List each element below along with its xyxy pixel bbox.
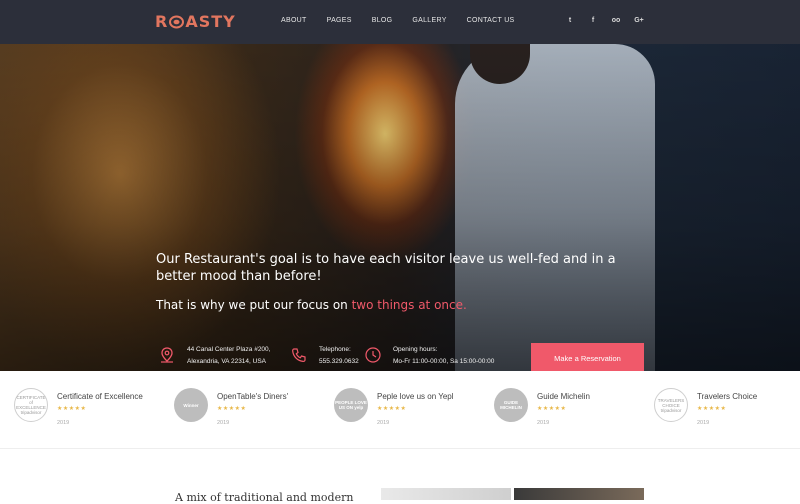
michelin-badge-icon: GUIDE MICHELIN (494, 388, 528, 422)
phone-info: Telephone: 555.329.0632 (290, 344, 359, 368)
hero-section: Our Restaurant's goal is to have each vi… (0, 44, 800, 371)
yelp-badge-icon: PEOPLE LOVE US ON yelp (334, 388, 368, 422)
roast-icon (169, 15, 185, 28)
opentable-badge-icon: Winner (174, 388, 208, 422)
location-pin-icon (161, 347, 173, 363)
phone-icon (292, 348, 306, 363)
hero-overlay (0, 44, 800, 371)
phone-label: Telephone: (319, 346, 351, 353)
award-year: 2019 (57, 420, 70, 426)
award-name: OpenTable's Diners' (217, 392, 289, 401)
award-year: 2019 (217, 420, 230, 426)
awards-strip: CERTIFICATE of EXCELLENCE tripadvisor Ce… (0, 371, 800, 449)
hero-subline-text: That is why we put our focus on (156, 298, 352, 312)
hero-subline: That is why we put our focus on two thin… (156, 298, 467, 312)
hours-label: Opening hours: (393, 346, 438, 353)
main-menu: ABOUT PAGES BLOG GALLERY CONTACT US (281, 17, 535, 24)
award-stars: ★★★★★ (537, 406, 567, 412)
logo[interactable]: R ASTY (155, 12, 236, 31)
menu-item-blog[interactable]: BLOG (372, 17, 393, 24)
award-item: TRAVELERS CHOICE tripadvisor Travelers C… (654, 388, 800, 438)
award-item: Winner OpenTable's Diners' ★★★★★ 2019 (174, 388, 324, 438)
award-stars: ★★★★★ (57, 406, 87, 412)
award-stars: ★★★★★ (217, 406, 247, 412)
hours-info: Opening hours: Mo-Fr 11:00-00:00, Sa 15:… (364, 344, 494, 368)
award-item: PEOPLE LOVE US ON yelp Peple love us on … (334, 388, 484, 438)
gallery-photo (514, 488, 644, 500)
award-year: 2019 (697, 420, 710, 426)
social-links: t f oo G+ (565, 15, 657, 25)
award-name: Travelers Choice (697, 392, 758, 401)
hero-tagline: Our Restaurant's goal is to have each vi… (156, 252, 616, 284)
twitter-icon[interactable]: t (565, 15, 575, 25)
facebook-icon[interactable]: f (588, 15, 598, 25)
make-reservation-button[interactable]: Make a Reservation (531, 343, 644, 371)
award-year: 2019 (537, 420, 550, 426)
award-item: GUIDE MICHELIN Guide Michelin ★★★★★ 2019 (494, 388, 644, 438)
tripadvisor-icon[interactable]: oo (611, 15, 621, 25)
phone-value[interactable]: 555.329.0632 (319, 356, 359, 368)
award-item: CERTIFICATE of EXCELLENCE tripadvisor Ce… (14, 388, 164, 438)
award-name: Guide Michelin (537, 392, 590, 401)
certificate-badge-icon: CERTIFICATE of EXCELLENCE tripadvisor (14, 388, 48, 422)
award-stars: ★★★★★ (377, 406, 407, 412)
logo-text-start: R (155, 12, 169, 31)
award-year: 2019 (377, 420, 390, 426)
menu-item-gallery[interactable]: GALLERY (412, 17, 446, 24)
travelers-choice-badge-icon: TRAVELERS CHOICE tripadvisor (654, 388, 688, 422)
top-navbar: R ASTY ABOUT PAGES BLOG GALLERY CONTACT … (0, 0, 800, 44)
logo-text-end: ASTY (185, 12, 236, 31)
hero-subline-accent: two things at once. (351, 298, 467, 312)
hours-value: Mo-Fr 11:00-00:00, Sa 15:00-00:00 (393, 358, 495, 365)
clock-icon (365, 347, 381, 363)
award-stars: ★★★★★ (697, 406, 727, 412)
menu-item-pages[interactable]: PAGES (327, 17, 352, 24)
menu-item-about[interactable]: ABOUT (281, 17, 307, 24)
award-name: Certificate of Excellence (57, 392, 143, 401)
gallery-photo (381, 488, 511, 500)
google-plus-icon[interactable]: G+ (634, 15, 644, 25)
address-line-2: Alexandria, VA 22314, USA (187, 358, 267, 365)
section-heading: A mix of traditional and modern (175, 491, 354, 504)
award-name: Peple love us on Yepl (377, 392, 454, 401)
address-line-1: 44 Canal Center Plaza #200, (187, 346, 271, 353)
address-info: 44 Canal Center Plaza #200, Alexandria, … (158, 344, 270, 368)
menu-item-contact[interactable]: CONTACT US (467, 17, 515, 24)
